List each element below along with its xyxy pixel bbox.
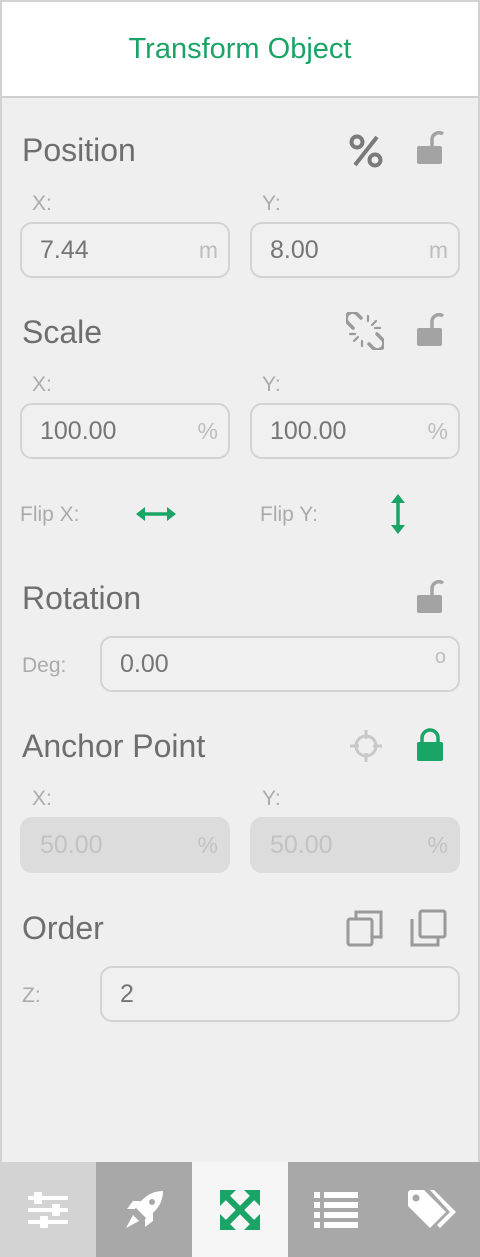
anchor-x-label: X: [32, 787, 52, 810]
lock-icon[interactable] [415, 728, 445, 762]
anchor-x-field: 50.00 % [20, 817, 230, 873]
anchor-title: Anchor Point [22, 728, 206, 764]
sliders-icon [28, 1191, 68, 1228]
panel-title: Transform Object [128, 32, 352, 65]
position-x-value: 7.44 [40, 236, 89, 264]
tab-list[interactable] [288, 1162, 384, 1257]
rotation-deg-label: Deg: [22, 654, 67, 677]
flip-y-icon[interactable] [386, 494, 410, 534]
position-x-unit: m [198, 237, 218, 263]
send-backward-icon[interactable] [346, 909, 384, 947]
position-unlock-icon[interactable] [415, 130, 445, 166]
scale-x-unit: % [197, 418, 218, 444]
rocket-icon [126, 1190, 163, 1228]
order-title: Order [22, 910, 104, 946]
scale-y-field[interactable]: 100.00 % [250, 403, 460, 459]
scale-y-unit: % [427, 418, 448, 444]
position-y-label: Y: [262, 192, 281, 215]
percent-icon[interactable] [348, 133, 384, 169]
scale-x-field[interactable]: 100.00 % [20, 403, 230, 459]
tab-sliders[interactable] [0, 1162, 96, 1257]
position-y-value: 8.00 [270, 236, 319, 264]
scale-title: Scale [22, 314, 103, 350]
anchor-y-label: Y: [262, 787, 281, 810]
tab-rocket[interactable] [96, 1162, 192, 1257]
transform-icon [220, 1189, 260, 1230]
scale-y-value: 100.00 [270, 417, 347, 445]
order-z-label: Z: [22, 984, 41, 1007]
bring-forward-icon[interactable] [410, 909, 448, 947]
scale-unlock-icon[interactable] [415, 312, 445, 348]
scale-x-value: 100.00 [40, 417, 117, 445]
panel-header: Transform Object [2, 2, 478, 98]
flip-x-label: Flip X: [20, 503, 80, 526]
position-x-field[interactable]: 7.44 m [20, 222, 230, 278]
scale-x-label: X: [32, 373, 52, 396]
bottom-tab-bar [0, 1162, 480, 1257]
crosshair-icon[interactable] [349, 729, 383, 763]
position-y-unit: m [428, 237, 448, 263]
anchor-y-unit: % [427, 832, 448, 858]
position-x-label: X: [32, 192, 52, 215]
order-z-value: 2 [120, 980, 134, 1008]
list-icon [314, 1191, 358, 1228]
transform-panel: Transform Object Position X: Y: 7.44 m 8… [0, 0, 480, 1257]
rotation-unlock-icon[interactable] [415, 579, 445, 615]
rotation-value: 0.00 [120, 650, 169, 678]
tags-icon [408, 1189, 456, 1228]
position-y-field[interactable]: 8.00 m [250, 222, 460, 278]
rotation-field[interactable]: 0.00 o [100, 636, 460, 692]
unlink-icon[interactable] [346, 312, 384, 350]
anchor-x-value: 50.00 [40, 831, 103, 859]
order-z-field[interactable]: 2 [100, 966, 460, 1022]
scale-y-label: Y: [262, 373, 281, 396]
position-title: Position [22, 132, 136, 168]
anchor-y-field: 50.00 % [250, 817, 460, 873]
degree-unit: o [434, 646, 446, 668]
flip-x-icon[interactable] [136, 502, 176, 526]
anchor-x-unit: % [197, 832, 218, 858]
anchor-y-value: 50.00 [270, 831, 333, 859]
tab-tags[interactable] [384, 1162, 480, 1257]
tab-transform[interactable] [192, 1162, 288, 1257]
rotation-title: Rotation [22, 580, 142, 616]
flip-y-label: Flip Y: [260, 503, 318, 526]
